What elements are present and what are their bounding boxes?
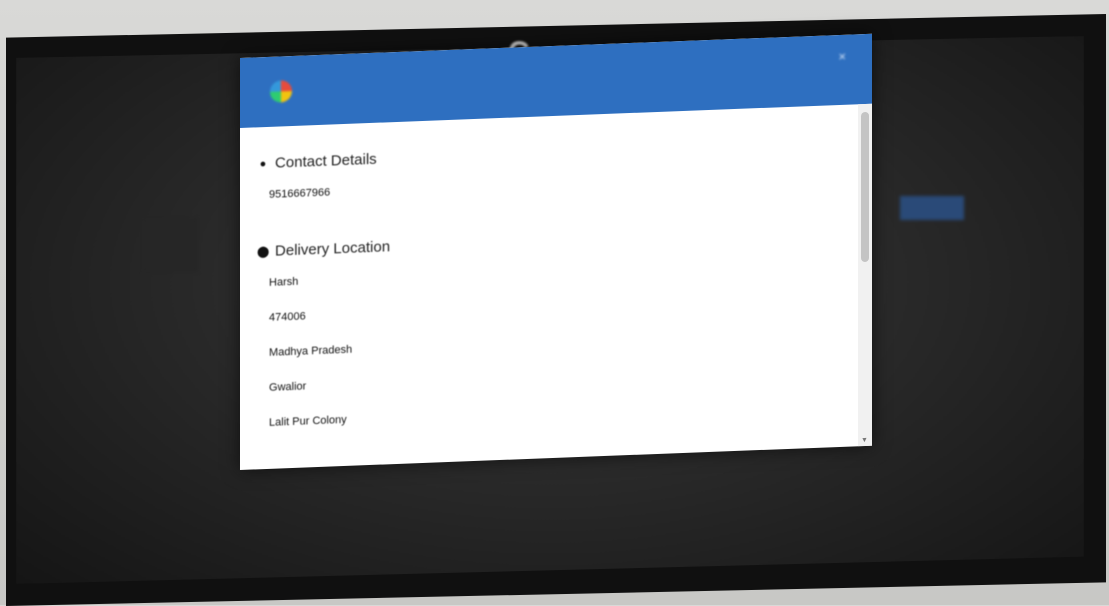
contact-details-title: Contact Details (275, 150, 377, 172)
modal-body: ● Contact Details 9516667966 ⬤ Delivery … (240, 104, 858, 470)
location-pin-icon: ⬤ (257, 245, 270, 259)
user-icon: ● (259, 157, 267, 170)
close-button[interactable]: × (838, 49, 846, 64)
scroll-down-arrow-icon[interactable]: ▼ (861, 437, 868, 444)
delivery-location-title: Delivery Location (275, 238, 391, 260)
modal-scrollbar[interactable]: ▼ (858, 103, 872, 447)
brand-logo-icon (270, 80, 292, 103)
background-button (900, 196, 964, 220)
scrollbar-thumb[interactable] (861, 111, 869, 263)
background-image-tile (142, 218, 198, 272)
details-modal: × ● Contact Details 9516667966 ⬤ Deliver… (240, 33, 872, 470)
delivery-fields: Harsh 474006 Madhya Pradesh Gwalior Lali… (257, 243, 858, 429)
